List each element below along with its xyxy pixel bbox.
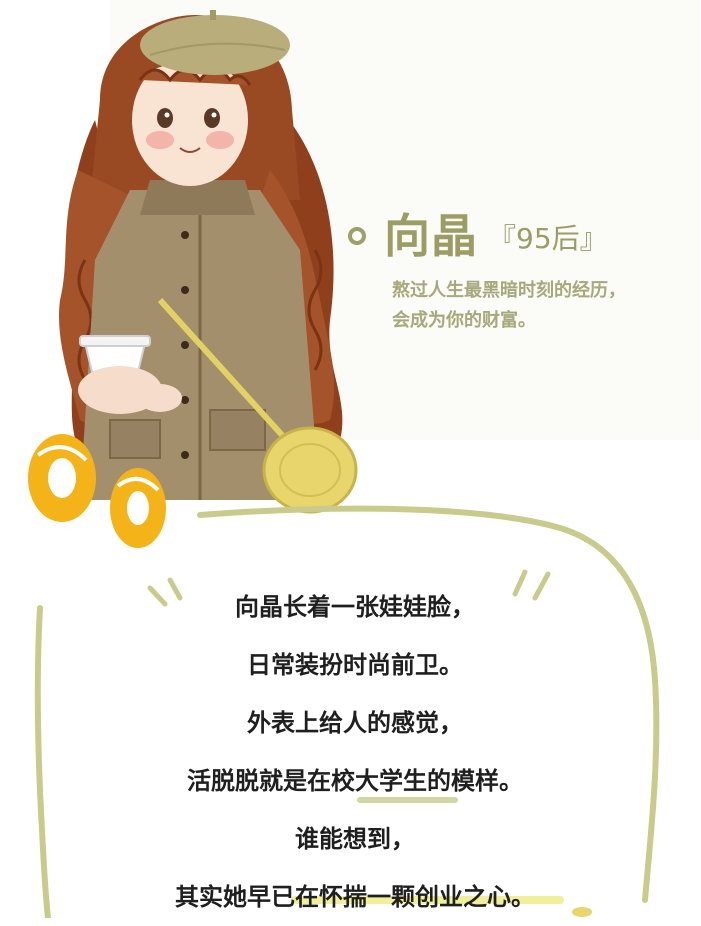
subtitle-line: 会成为你的财富。 xyxy=(392,310,536,331)
poster: 向晶 『95后』 熬过人生最黑暗时刻的经历， 会成为你的财富。 向晶长着一张娃娃… xyxy=(0,0,701,918)
story-line: 其实她早已在怀揣一颗创业之心。 xyxy=(175,883,535,911)
profile-subtitle: 熬过人生最黑暗时刻的经历， 会成为你的财富。 xyxy=(392,276,692,336)
circle-bullet-icon xyxy=(348,227,366,245)
story-line: 向晶长着一张娃娃脸， xyxy=(235,593,475,621)
story-line: 外表上给人的感觉， xyxy=(247,709,463,737)
subtitle-line: 熬过人生最黑暗时刻的经历， xyxy=(392,280,626,301)
profile-title: 向晶 『95后』 xyxy=(348,200,608,266)
story-line: 日常装扮时尚前卫。 xyxy=(247,651,463,679)
story-line: 活脱脱就是在校大学生的模样。 xyxy=(187,767,523,795)
profile-tag: 『95后』 xyxy=(488,222,608,255)
profile-name: 向晶 xyxy=(384,209,478,263)
story-line: 谁能想到， xyxy=(295,825,415,853)
story-text: 向晶长着一张娃娃脸， 日常装扮时尚前卫。 外表上给人的感觉， 活脱脱就是在校大学… xyxy=(60,578,650,926)
